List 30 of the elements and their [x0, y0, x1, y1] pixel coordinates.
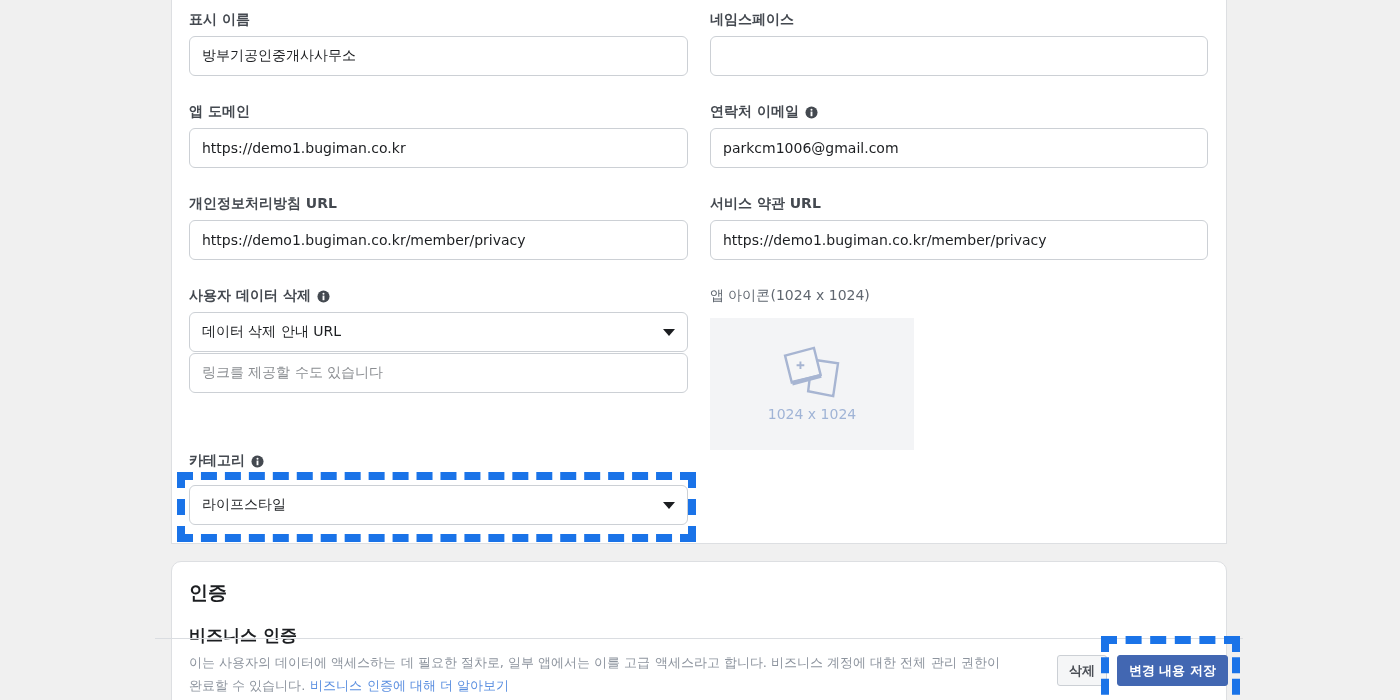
section-title: 인증	[189, 580, 228, 605]
info-icon[interactable]	[804, 105, 818, 119]
description-text: 이는 사용자의 데이터에 액세스하는 데 필요한 절차로, 일부 앱에서는 이를 고급 액세스라고 합니다. 비즈니스 계정에 대한 전체 관리 권한이	[189, 654, 1000, 672]
text-field[interactable]	[710, 36, 1208, 76]
field-label: 개인정보처리방침 URL	[189, 195, 337, 213]
url-field[interactable]: 링크를 제공할 수도 있습니다	[189, 353, 688, 393]
field-label: 네임스페이스	[710, 11, 794, 29]
dropdown[interactable]: 데이터 삭제 안내 URL	[189, 312, 688, 352]
dropdown[interactable]: 라이프스타일	[189, 485, 688, 525]
field-label: 표시 이름	[189, 11, 250, 29]
text-field[interactable]: https://demo1.bugiman.co.kr	[189, 128, 688, 168]
image-size-caption: 1024 x 1024	[767, 406, 857, 422]
description-text: 완료할 수 있습니다.	[189, 677, 306, 695]
field-label: 사용자 데이터 삭제	[189, 287, 311, 305]
text-field[interactable]: 방부기공인중개사사무소	[189, 36, 688, 76]
caret-icon	[663, 501, 675, 509]
save-button[interactable]: 변경 내용 저장	[1116, 655, 1228, 686]
field-label: 연락처 이메일	[710, 103, 799, 121]
text-field[interactable]: https://demo1.bugiman.co.kr/member/privacy	[189, 220, 688, 260]
field-label: 앱 도메인	[189, 103, 250, 121]
field-label: 서비스 약관 URL	[710, 195, 821, 213]
caret-icon	[663, 328, 675, 336]
field-label: 앱 아이콘(1024 x 1024)	[710, 287, 870, 305]
info-icon[interactable]	[316, 289, 330, 303]
field-label: 카테고리	[189, 452, 245, 470]
text-field[interactable]: https://demo1.bugiman.co.kr/member/privacy	[710, 220, 1208, 260]
info-icon[interactable]	[251, 454, 264, 468]
photos-icon	[783, 346, 841, 398]
delete-button[interactable]: 삭제	[1056, 655, 1107, 686]
text-field[interactable]: parkcm1006@gmail.com	[710, 128, 1208, 168]
